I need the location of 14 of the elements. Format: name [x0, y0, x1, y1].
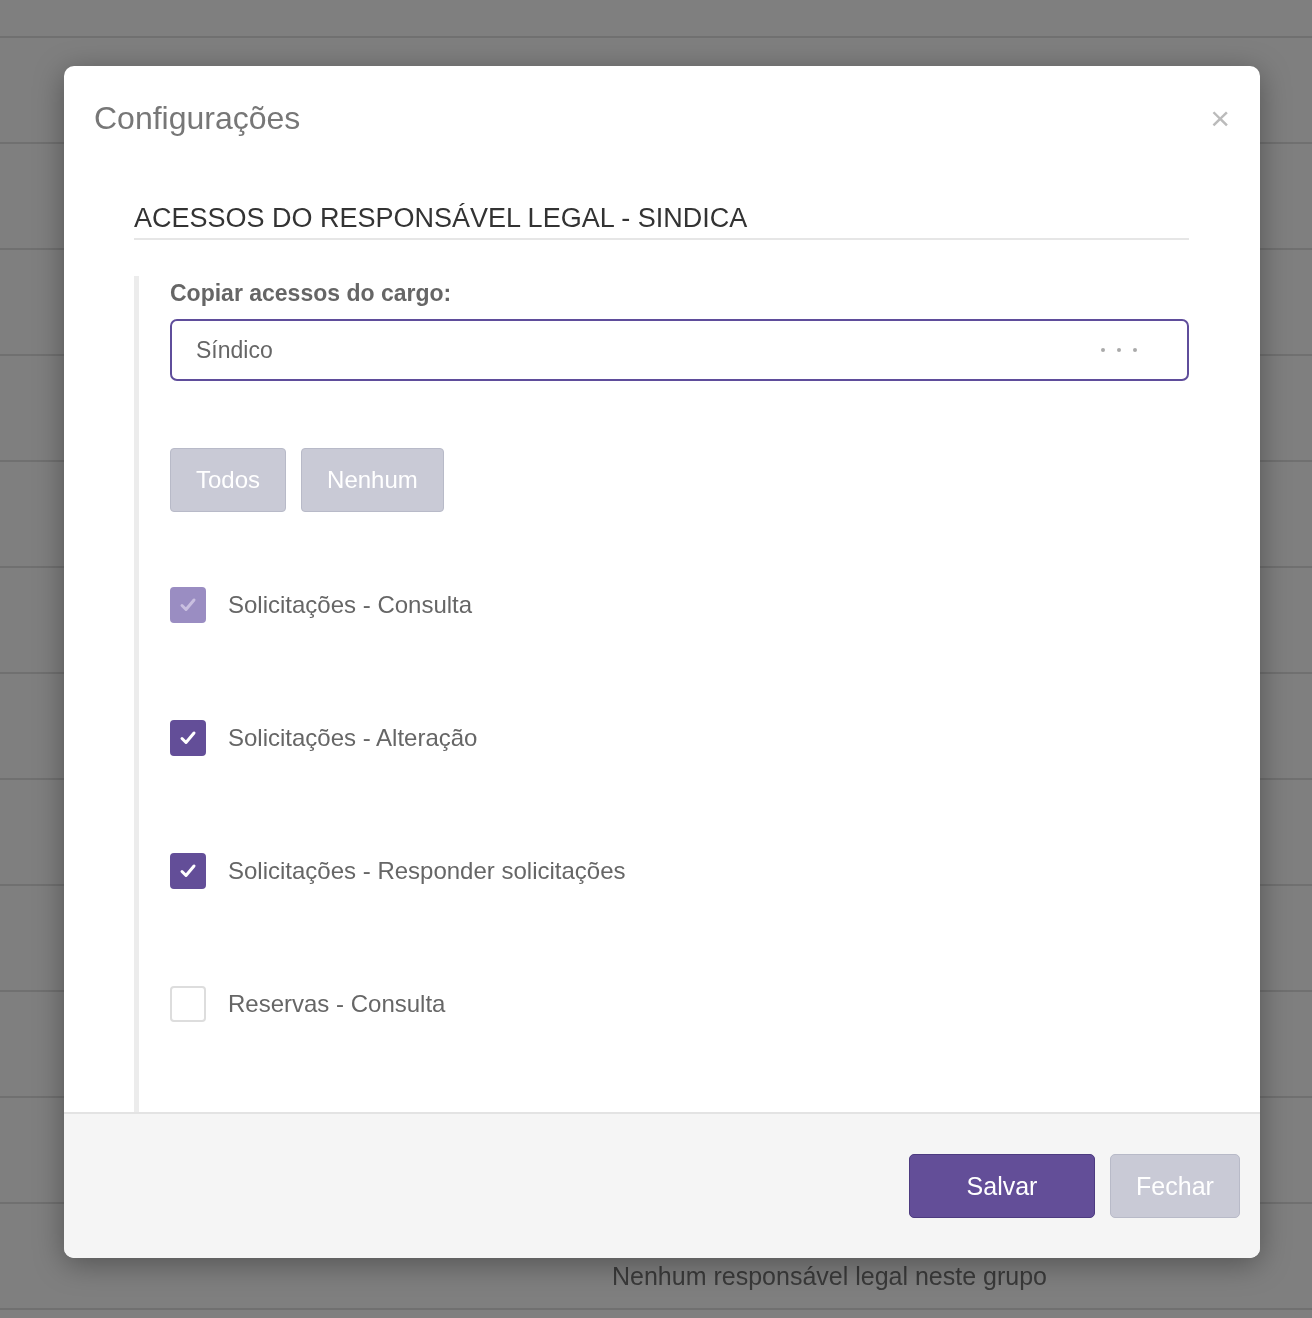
dialog-title: Configurações — [94, 100, 301, 137]
field-label: Copiar acessos do cargo: — [170, 280, 453, 307]
checkbox[interactable] — [170, 853, 206, 889]
permission-label: Reservas - Consulta — [228, 990, 446, 1018]
section-title: ACESSOS DO RESPONSÁVEL LEGAL - SINDICA — [134, 203, 1189, 240]
role-select[interactable]: Síndico — [170, 319, 1189, 381]
close-button[interactable]: × — [1210, 100, 1230, 136]
permission-label: Solicitações - Responder solicitações — [228, 857, 626, 885]
checkbox[interactable] — [170, 720, 206, 756]
permission-label: Solicitações - Alteração — [228, 724, 478, 752]
permission-label: Solicitações - Consulta — [228, 591, 473, 619]
more-icon — [1099, 346, 1139, 354]
background-message: Nenhum responsável legal neste grupo — [612, 1262, 1047, 1291]
save-button[interactable]: Salvar — [909, 1154, 1095, 1218]
